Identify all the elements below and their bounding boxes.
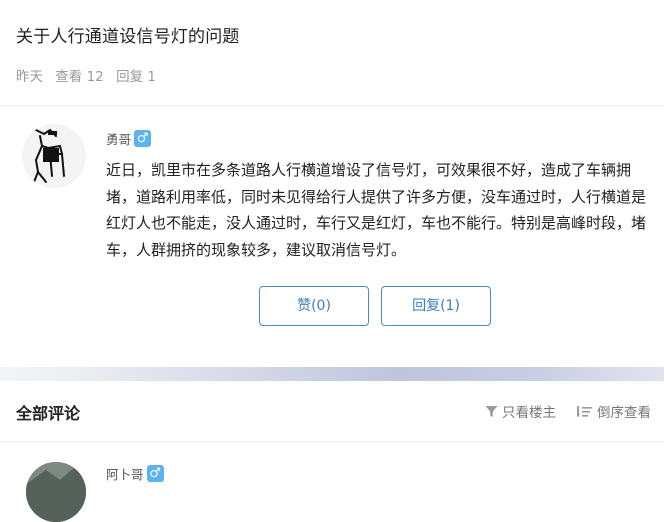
like-button[interactable]: 赞(0)	[259, 286, 369, 326]
commenter-avatar[interactable]	[26, 462, 86, 522]
post-time: 昨天	[16, 69, 43, 85]
author-avatar[interactable]	[22, 124, 86, 188]
only-host-label: 只看楼主	[502, 405, 556, 421]
filter-icon	[485, 405, 498, 417]
post-views: 查看 12	[55, 69, 104, 85]
post-title: 关于人行通道设信号灯的问题	[16, 27, 240, 47]
only-host-button[interactable]: 只看楼主	[485, 401, 556, 421]
commenter-author: 阿卜哥 ♂	[106, 464, 164, 483]
landscape-photo-icon	[26, 462, 86, 522]
post-replies: 回复 1	[116, 69, 156, 85]
post-content: 近日，凯里市在多条道路人行横道增设了信号灯，可效果很不好，造成了车辆拥堵，道路利…	[106, 161, 647, 259]
author-name[interactable]: 勇哥	[106, 129, 131, 148]
male-icon: ♂	[146, 465, 164, 482]
post-meta: 昨天 查看 12 回复 1	[16, 65, 164, 85]
avatar-figure-icon	[22, 124, 86, 188]
section-separator	[0, 367, 664, 381]
reply-button[interactable]: 回复(1)	[381, 286, 491, 326]
comments-title: 全部评论	[16, 404, 81, 423]
reverse-label: 倒序查看	[597, 405, 651, 421]
commenter-name[interactable]: 阿卜哥	[106, 464, 144, 483]
male-icon: ♂	[134, 130, 152, 147]
reverse-order-button[interactable]: 倒序查看	[577, 401, 651, 421]
post-author: 勇哥 ♂	[106, 129, 152, 148]
divider	[0, 105, 664, 106]
divider	[0, 441, 664, 442]
sort-icon	[577, 405, 592, 417]
